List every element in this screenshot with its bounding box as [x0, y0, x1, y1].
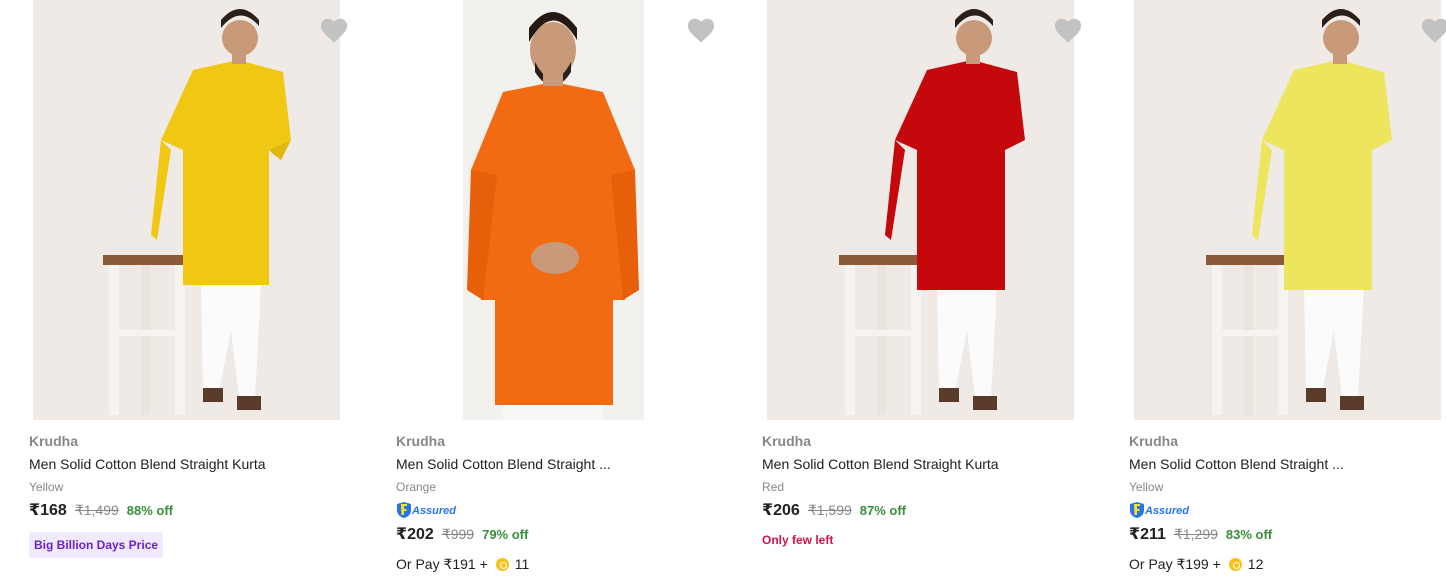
product-variant: Orange: [396, 480, 437, 494]
selling-price: ₹211: [1129, 526, 1166, 543]
original-price: ₹1,299: [1173, 526, 1218, 542]
assured-label: Assured: [411, 505, 456, 517]
product-card[interactable]: Krudha Men Solid Cotton Blend Straight .…: [1100, 0, 1446, 585]
original-price: ₹999: [441, 526, 475, 542]
discount-percent: 83% off: [1225, 527, 1273, 542]
discount-percent: 87% off: [859, 503, 907, 518]
coin-count: 12: [1247, 556, 1264, 572]
selling-price: ₹206: [762, 502, 800, 519]
product-info: Krudha Men Solid Cotton Blend Straight K…: [29, 432, 349, 558]
discount-percent: 88% off: [126, 503, 174, 518]
brand-name: Krudha: [396, 433, 445, 449]
product-info: Krudha Men Solid Cotton Blend Straight .…: [396, 432, 716, 574]
selling-price: ₹202: [396, 526, 434, 543]
product-image[interactable]: [1134, 0, 1441, 420]
product-variant: Yellow: [29, 480, 64, 494]
product-title[interactable]: Men Solid Cotton Blend Straight ...: [1129, 454, 1446, 474]
or-pay-text: Or Pay ₹191 +: [396, 555, 488, 572]
supercoin-icon: [1228, 557, 1242, 571]
original-price: ₹1,599: [807, 502, 852, 518]
selling-price: ₹168: [29, 502, 67, 519]
product-info: Krudha Men Solid Cotton Blend Straight .…: [1129, 432, 1446, 574]
product-title[interactable]: Men Solid Cotton Blend Straight ...: [396, 454, 716, 474]
assured-label: Assured: [1144, 505, 1189, 517]
original-price: ₹1,499: [74, 502, 119, 518]
discount-percent: 79% off: [482, 527, 529, 542]
coin-count: 11: [514, 556, 530, 572]
product-image[interactable]: [767, 0, 1074, 420]
or-pay-coins: Or Pay ₹191 + 11: [396, 554, 716, 574]
price-row: ₹202 ₹999 79% off: [396, 524, 716, 546]
wishlist-heart-icon[interactable]: [319, 16, 349, 44]
wishlist-heart-icon[interactable]: [1053, 16, 1083, 44]
brand-name: Krudha: [1129, 433, 1178, 449]
price-row: ₹206 ₹1,599 87% off: [762, 500, 1082, 522]
brand-name: Krudha: [29, 433, 78, 449]
product-card[interactable]: Krudha Men Solid Cotton Blend Straight K…: [733, 0, 1099, 585]
wishlist-heart-icon[interactable]: [1420, 16, 1446, 44]
assured-shield-icon: Assured: [397, 502, 456, 518]
wishlist-heart-icon[interactable]: [686, 16, 716, 44]
product-image[interactable]: [33, 0, 340, 420]
or-pay-coins: Or Pay ₹199 + 12: [1129, 554, 1446, 574]
product-info: Krudha Men Solid Cotton Blend Straight K…: [762, 432, 1082, 547]
offer-badge: Big Billion Days Price: [29, 532, 164, 558]
price-row: ₹211 ₹1,299 83% off: [1129, 524, 1446, 546]
product-grid: Krudha Men Solid Cotton Blend Straight K…: [0, 0, 1446, 585]
product-image[interactable]: [463, 0, 644, 420]
assured-shield-icon: Assured: [1130, 502, 1189, 518]
assured-badge: Assured: [396, 501, 716, 519]
brand-name: Krudha: [762, 433, 811, 449]
supercoin-icon: [495, 557, 509, 571]
assured-badge: Assured: [1129, 501, 1446, 519]
product-card[interactable]: Krudha Men Solid Cotton Blend Straight K…: [0, 0, 366, 585]
product-variant: Red: [762, 480, 785, 494]
stock-note: Only few left: [762, 533, 834, 547]
product-title[interactable]: Men Solid Cotton Blend Straight Kurta: [29, 454, 349, 474]
product-variant: Yellow: [1129, 480, 1164, 494]
product-card[interactable]: Krudha Men Solid Cotton Blend Straight .…: [367, 0, 733, 585]
product-title[interactable]: Men Solid Cotton Blend Straight Kurta: [762, 454, 1082, 474]
price-row: ₹168 ₹1,499 88% off: [29, 500, 349, 522]
or-pay-text: Or Pay ₹199 +: [1129, 555, 1221, 572]
